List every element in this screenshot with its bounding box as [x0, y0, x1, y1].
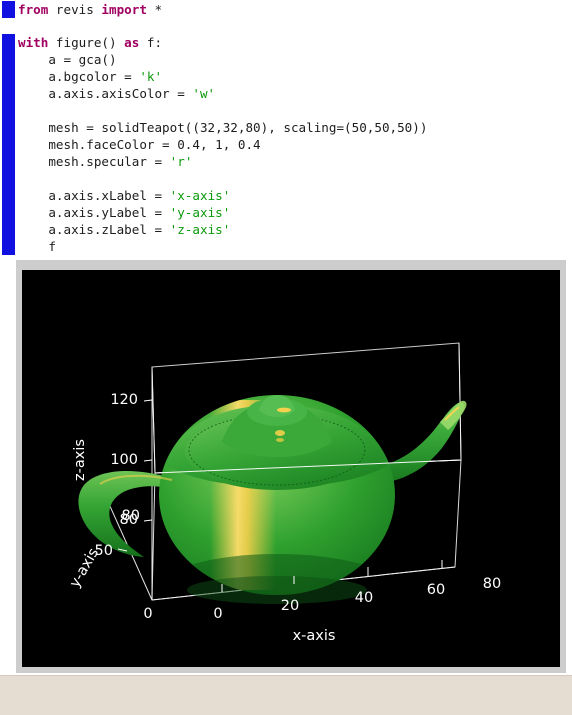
application-window: from revis import * with figure() as f: … [0, 0, 572, 715]
figure-panel: 120 100 80 z-axis 50 80 0 y-axis 0 20 40… [16, 260, 566, 673]
code-line: mesh.faceColor = 0.4, 1, 0.4 [18, 137, 261, 152]
code-line: with figure() as f: [18, 35, 163, 50]
figure-toolbar [0, 675, 572, 715]
x-tick-label: 0 [213, 606, 222, 622]
code-line: mesh.specular = 'r' [18, 154, 193, 169]
x-tick-label: 20 [281, 598, 299, 614]
z-tick-label: 120 [110, 392, 138, 408]
code-line: mesh = solidTeapot((32,32,80), scaling=(… [18, 120, 428, 135]
code-line: a.bgcolor = 'k' [18, 69, 163, 84]
cell-gutter-1[interactable] [2, 1, 15, 18]
code-line: a.axis.xLabel = 'x-axis' [18, 188, 231, 203]
z-axis-title: z-axis [72, 439, 88, 481]
code-line: a.axis.zLabel = 'z-axis' [18, 222, 231, 237]
code-line: f [18, 239, 56, 254]
x-axis-title: x-axis [293, 628, 336, 644]
y-origin-label: 0 [143, 606, 152, 622]
z-tick-100 [143, 459, 153, 462]
code-line: a.axis.yLabel = 'y-axis' [18, 205, 231, 220]
code-line: a.axis.axisColor = 'w' [18, 86, 216, 101]
z-tick-label: 100 [110, 452, 138, 468]
y-tick-label: 80 [122, 508, 140, 524]
axes-3d: 120 100 80 z-axis 50 80 0 y-axis 0 20 40… [67, 342, 501, 644]
z-tick-80 [143, 519, 153, 522]
x-tick-label: 60 [427, 582, 445, 598]
cell-gutter-2[interactable] [2, 34, 15, 255]
knob-specular [277, 407, 291, 413]
code-line: a = gca() [18, 52, 117, 67]
code-editor[interactable]: from revis import * with figure() as f: … [0, 0, 572, 258]
x-tick-label: 80 [483, 576, 501, 592]
y-axis-title: y-axis [67, 546, 102, 591]
z-tick-120 [143, 399, 153, 402]
x-tick-label: 40 [355, 590, 373, 606]
figure-canvas-3d[interactable]: 120 100 80 z-axis 50 80 0 y-axis 0 20 40… [22, 270, 560, 667]
code-line: from revis import * [18, 2, 163, 17]
